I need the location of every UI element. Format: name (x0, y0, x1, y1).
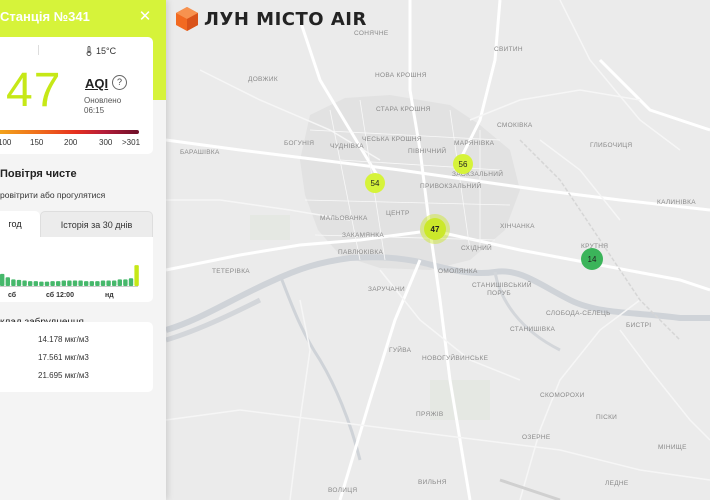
map-label: КАЛИНІВКА (657, 199, 696, 206)
temperature-value: 15°C (96, 46, 117, 56)
hourly-aqi-chart (0, 265, 139, 286)
map-label: МАРЯНІВКА (454, 140, 495, 147)
pollutant-value: 14.178 мкг/м3 (38, 335, 89, 344)
pollutant-value: 21.695 мкг/м3 (38, 371, 89, 380)
map-label: СТАНИШІВКА (510, 326, 556, 333)
aqi-value: 47 (6, 64, 62, 117)
station-marker-selected[interactable]: 47 (424, 218, 446, 240)
map-label: МІНИЩЕ (658, 444, 687, 451)
map-label: СЛОБОДА-СЕЛЕЦЬ (546, 310, 611, 317)
map-label: СХІДНИЙ (461, 245, 493, 252)
help-button[interactable]: ? (112, 75, 127, 90)
pollutants-card: 14.178 мкг/м3 17.561 мкг/м3 21.695 мкг/м… (0, 322, 153, 392)
station-marker[interactable]: 54 (365, 173, 385, 193)
map-label: ПАВЛЮКІВКА (338, 249, 384, 256)
map-label: ПІВНІЧНИЙ (408, 148, 447, 155)
map-label: ГУЙВА (389, 347, 412, 354)
map-label: ЗАРУЧАНИ (368, 286, 406, 293)
chart-bar[interactable] (5, 277, 10, 286)
hourly-chart-card: сб сб 12:00 нд (0, 237, 153, 302)
close-icon: ✕ (138, 8, 152, 25)
aqi-label[interactable]: AQI (85, 76, 108, 91)
map-label: СТАНИШІВСЬКИЙ ПОРУБ (472, 282, 532, 297)
map-label: НОВОГУЙВИНСЬКЕ (422, 355, 489, 362)
app-logo[interactable]: ЛУН МІСТО AIR (176, 7, 367, 31)
marker-value: 56 (458, 159, 468, 169)
air-status-title: Повітря чисте (0, 168, 77, 180)
marker-value: 47 (430, 224, 440, 234)
logo-text: ЛУН МІСТО AIR (204, 8, 367, 30)
map-label: ВИЛЬНЯ (418, 479, 447, 486)
updated-label: Оновлено (84, 96, 122, 105)
marker-value: 14 (587, 254, 597, 264)
map-label: СОНЯЧНЕ (354, 30, 389, 37)
map-label: СТАРА КРОШНЯ (376, 106, 431, 113)
thermometer-icon (86, 46, 92, 56)
logo-cube-icon (176, 7, 198, 31)
station-marker[interactable]: 14 (581, 248, 603, 270)
marker-value: 54 (370, 178, 380, 188)
aqi-card: 15°C 47 AQI ? Оновлено 06:15 100 150 200… (0, 37, 153, 154)
close-button[interactable]: ✕ (137, 9, 153, 25)
map-label: ТЕТЕРІВКА (212, 268, 250, 275)
divider (38, 45, 39, 55)
map-label: ХІНЧАНКА (500, 223, 535, 230)
map-label: БОГУНІЯ (284, 140, 315, 147)
map-label: СВИТИН (494, 46, 523, 53)
map-label: СМОКІВКА (497, 122, 533, 129)
map-label: ПРИВОКЗАЛЬНИЙ (420, 183, 482, 190)
map-label: ОЗЕРНЕ (522, 434, 551, 441)
map-label: МАЛЬОВАНКА (320, 215, 368, 222)
map-label: ПІСКИ (596, 414, 618, 421)
air-status-text: ровітрити або прогулятися (0, 190, 106, 200)
updated-info: Оновлено 06:15 (84, 96, 121, 116)
map-label: ЗАКАМЯНКА (342, 232, 385, 239)
scale-label: 300 (99, 138, 113, 147)
tab-label: Історія за 30 днів (60, 220, 133, 230)
scale-label: >301 (122, 138, 141, 147)
chart-bar[interactable] (134, 265, 139, 286)
tab-history-30-days[interactable]: Історія за 30 днів (40, 211, 153, 237)
chart-bar[interactable] (11, 279, 16, 286)
chart-axis (0, 286, 138, 287)
chart-tick: сб 12:00 (46, 292, 74, 299)
scale-label: 200 (64, 138, 78, 147)
station-panel: Станція №341 ✕ 15°C 47 AQI ? Оновлено 06… (0, 0, 166, 500)
map-label: ОМОЛЯНКА (438, 268, 478, 275)
map-label: ЧУДНІВКА (330, 143, 364, 150)
tab-hours[interactable]: год (0, 211, 40, 237)
map-label: ЛЕДНЕ (605, 480, 629, 487)
chart-tick: сб (8, 292, 17, 299)
map-label: ПРЯЖІВ (416, 411, 444, 418)
chart-bar[interactable] (123, 279, 128, 286)
history-tabs: год Історія за 30 днів (0, 211, 153, 237)
chart-tick: нд (105, 292, 114, 299)
updated-time: 06:15 (84, 106, 105, 115)
map-label: ГЛИБОЧИЦЯ (590, 142, 633, 149)
map-label: ЧЕСЬКА КРОШНЯ (362, 136, 422, 143)
chart-bar[interactable] (0, 273, 5, 286)
help-icon: ? (116, 77, 122, 87)
map-label: БАРАШІВКА (180, 149, 220, 156)
map-label: БИСТРІ (626, 322, 652, 329)
map-label: СКОМОРОХИ (540, 392, 585, 399)
tab-label: год (8, 219, 22, 229)
chart-bar[interactable] (128, 278, 134, 286)
temperature: 15°C (86, 46, 116, 56)
map-label: ДОВЖИК (248, 76, 278, 83)
station-title: Станція №341 (0, 9, 90, 24)
scale-label: 150 (30, 138, 44, 147)
chart-bar[interactable] (117, 279, 122, 286)
scale-label: 100 (0, 138, 12, 147)
map-label: НОВА КРОШНЯ (375, 72, 427, 79)
aqi-scale-bar (0, 130, 139, 134)
map-label: ЦЕНТР (386, 210, 410, 217)
map-label: ВОЛИЦЯ (328, 487, 358, 494)
station-marker[interactable]: 56 (453, 154, 473, 174)
pollutant-value: 17.561 мкг/м3 (38, 353, 89, 362)
